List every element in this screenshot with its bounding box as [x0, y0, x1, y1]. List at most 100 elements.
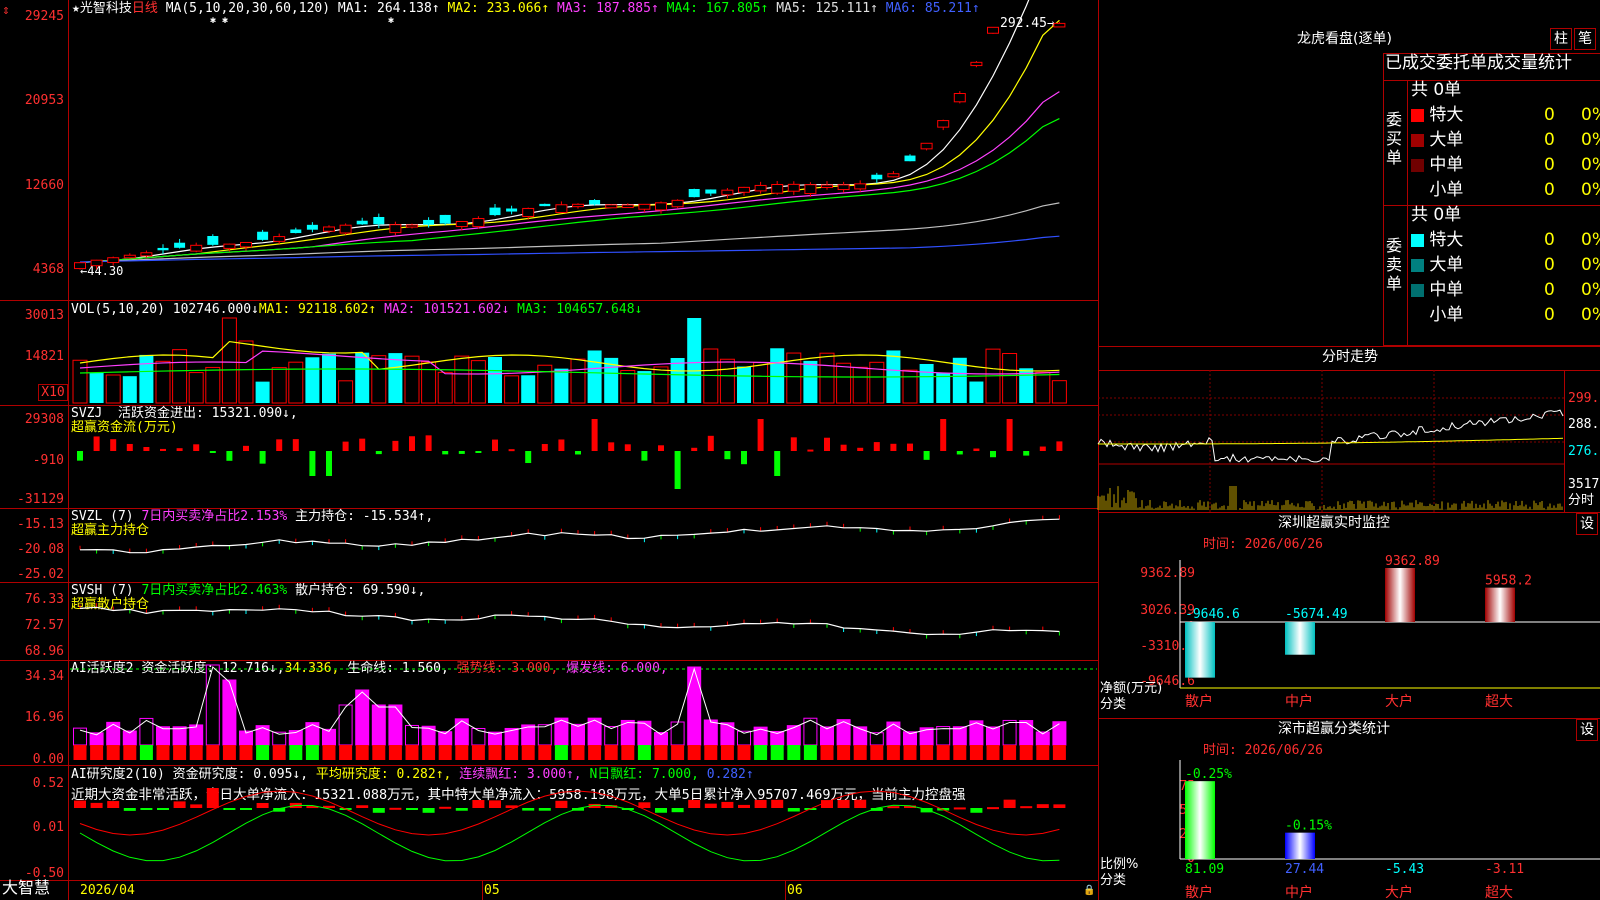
monitor-value-label: -5674.49 — [1285, 607, 1348, 622]
candle-body — [257, 231, 269, 240]
research-bar — [157, 808, 169, 810]
flow-bar — [259, 451, 266, 464]
monitor-bar-chart[interactable]: -9646.6 散户 -5674.49 中户 9362.89 大户 5958.2 超大 — [1179, 554, 1600, 710]
research-bar — [721, 801, 734, 808]
activity-bar — [222, 679, 237, 746]
classify-settings-button[interactable]: 设 — [1576, 719, 1598, 741]
holding-line — [79, 518, 1060, 554]
svzl-chart[interactable] — [0, 508, 1098, 582]
lhb-row: 特大 0 0% — [1411, 230, 1600, 250]
lhb-row-percent: 0% — [1581, 130, 1600, 150]
flow-bar — [923, 451, 930, 460]
lhb-row: 中单 0 0% — [1411, 280, 1600, 300]
monitor-settings-button[interactable]: 设 — [1576, 513, 1598, 535]
research-bar — [1053, 804, 1066, 808]
research-bar — [953, 807, 966, 810]
classify-title: 深市超赢分类统计 — [1278, 721, 1390, 737]
lhb-row-count: 0 — [1544, 155, 1555, 175]
intraday-axis-label: 299.9 — [1568, 391, 1600, 406]
volume-bar — [1051, 380, 1067, 404]
volume-bar — [255, 381, 270, 403]
classify-bar-chart[interactable]: -0.25% 81.09 散户 -0.15% 27.44 中户 -5.43 大户 -3.11 超大 — [1179, 760, 1600, 900]
research-bar — [688, 799, 701, 808]
ma-line — [79, 91, 1060, 264]
activity-bar — [156, 726, 170, 746]
flow-bar — [541, 444, 548, 451]
divider — [1098, 346, 1600, 347]
activity-base — [139, 745, 153, 760]
volume-bar — [936, 372, 951, 403]
lhb-row: 大单 0 0% — [1411, 130, 1600, 150]
svsh-chart[interactable] — [0, 582, 1098, 660]
volume-bar — [670, 358, 685, 403]
activity-base — [737, 745, 751, 760]
lhb-row-count: 0 — [1544, 130, 1555, 150]
flow-bar — [907, 443, 913, 451]
lock-icon[interactable]: 🔒 — [1083, 884, 1095, 898]
candle-body — [174, 242, 186, 248]
classify-top-label: -0.15% — [1285, 819, 1332, 834]
research-bar — [538, 808, 551, 811]
brand-logo[interactable]: 大智慧 — [2, 880, 50, 896]
monitor-ylabel: 净额(万元) — [1100, 681, 1163, 696]
research-bar — [223, 808, 236, 810]
candle-body — [472, 218, 485, 228]
research-bar — [173, 801, 186, 808]
ai-active-chart[interactable] — [0, 660, 1098, 765]
candle-body — [754, 184, 767, 192]
volume-chart[interactable] — [0, 300, 1098, 405]
flow-bar — [409, 436, 415, 451]
flow-bar — [641, 451, 648, 461]
lhb-stats-tabs[interactable]: 已成交委托单成交量统计 — [1385, 55, 1572, 72]
flow-bar — [93, 436, 100, 451]
candle-body — [738, 186, 750, 193]
lhb-row-count: 0 — [1544, 230, 1555, 250]
pen-mode-button[interactable]: 笔 — [1574, 28, 1596, 50]
candle-body — [90, 259, 103, 267]
lhb-row-percent: 0% — [1581, 105, 1600, 125]
lhb-row: 特大 0 0% — [1411, 105, 1600, 125]
date-label: 05 — [484, 883, 500, 898]
activity-base — [538, 745, 552, 760]
activity-bar — [255, 725, 270, 746]
color-swatch-icon — [1411, 283, 1424, 297]
lhb-row-percent: 0% — [1581, 155, 1600, 175]
research-bar — [455, 808, 468, 811]
volume-bar — [902, 369, 918, 404]
activity-bar — [637, 720, 652, 746]
classify-category-label: 大户 — [1385, 884, 1413, 900]
lhb-row-percent: 0% — [1581, 280, 1600, 300]
flow-bar — [1006, 419, 1013, 451]
candlestick-chart[interactable] — [0, 0, 1098, 300]
bar-mode-button[interactable]: 柱 — [1550, 28, 1572, 50]
activity-base — [239, 745, 253, 760]
volume-bar — [421, 361, 437, 404]
svzj-chart[interactable] — [0, 405, 1098, 508]
flow-bar — [624, 444, 631, 451]
volume-bar — [836, 362, 852, 404]
volume-bar — [139, 354, 154, 403]
research-bar — [74, 800, 86, 808]
activity-bar — [172, 726, 187, 746]
activity-base — [637, 745, 651, 760]
ai-research-chart[interactable] — [0, 765, 1098, 880]
activity-base — [687, 745, 701, 760]
intraday-price-line — [1097, 409, 1564, 463]
volume-bar — [188, 372, 204, 404]
color-swatch-icon — [1411, 233, 1424, 247]
volume-bar — [770, 348, 785, 403]
date-label: 2026/04 — [80, 883, 135, 898]
volume-bar — [620, 370, 636, 404]
flow-bar — [990, 451, 996, 458]
flow-bar — [1056, 441, 1063, 451]
flow-bar — [724, 451, 731, 460]
divider — [1564, 370, 1565, 512]
flow-bar — [658, 445, 664, 451]
intraday-chart[interactable] — [1097, 370, 1564, 512]
activity-base — [920, 745, 934, 760]
volume-bar — [1002, 353, 1018, 404]
color-swatch-icon — [1411, 133, 1424, 147]
activity-base — [986, 745, 1000, 760]
candle-body — [937, 120, 950, 128]
classify-value-label: 81.09 — [1185, 862, 1224, 877]
